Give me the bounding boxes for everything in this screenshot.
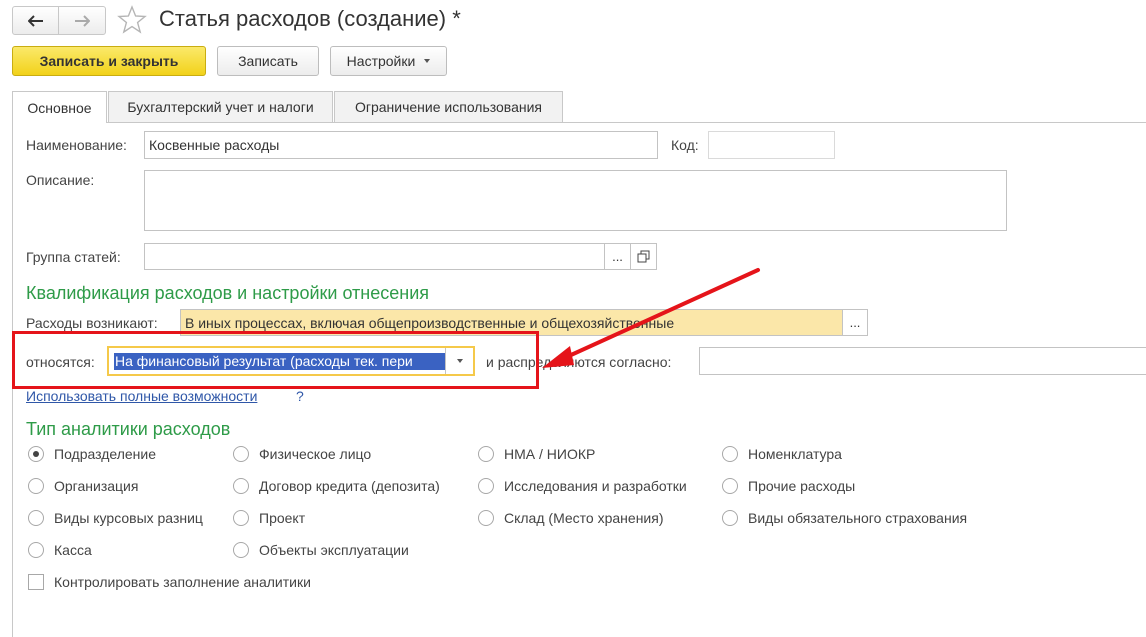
full-features-link[interactable]: Использовать полные возможности [26, 388, 257, 404]
tab-divider [12, 122, 1146, 123]
favorite-star-icon[interactable] [117, 5, 147, 35]
radio-button[interactable] [478, 478, 494, 494]
description-label: Описание: [26, 172, 95, 188]
radio-option-intangible-assets[interactable]: НМА / НИОКР [478, 444, 595, 464]
radio-option-project[interactable]: Проект [233, 508, 305, 528]
control-analytics-checkbox[interactable] [28, 574, 44, 590]
forward-button[interactable] [59, 7, 104, 34]
radio-option-cashbox[interactable]: Касса [28, 540, 92, 560]
navigation-buttons [12, 6, 106, 35]
control-analytics-checkbox-row[interactable]: Контролировать заполнение аналитики [28, 572, 311, 592]
radio-button[interactable] [28, 542, 44, 558]
group-label: Группа статей: [26, 249, 121, 265]
annotation-highlight-box [12, 331, 539, 389]
dropdown-caret-icon [424, 59, 431, 63]
radio-option-operation-objects[interactable]: Объекты эксплуатации [233, 540, 409, 560]
radio-button[interactable] [722, 446, 738, 462]
radio-option-loan-contract[interactable]: Договор кредита (депозита) [233, 476, 440, 496]
tab-main[interactable]: Основное [12, 91, 107, 123]
radio-button[interactable] [233, 478, 249, 494]
radio-button[interactable] [233, 446, 249, 462]
description-textarea[interactable] [144, 170, 1007, 231]
save-and-close-button[interactable]: Записать и закрыть [12, 46, 206, 76]
tab-usage-restrictions[interactable]: Ограничение использования [334, 91, 563, 122]
settings-button[interactable]: Настройки [330, 46, 447, 76]
arise-select-button[interactable]: ... [842, 309, 868, 336]
radio-button[interactable] [478, 446, 494, 462]
arise-label: Расходы возникают: [26, 315, 158, 331]
radio-option-insurance-types[interactable]: Виды обязательного страхования [722, 508, 967, 528]
radio-button[interactable] [233, 542, 249, 558]
back-arrow-icon [27, 14, 43, 27]
code-label: Код: [671, 137, 699, 153]
radio-button[interactable] [233, 510, 249, 526]
radio-option-other-expenses[interactable]: Прочие расходы [722, 476, 855, 496]
radio-button[interactable] [722, 478, 738, 494]
annotation-arrow [542, 268, 760, 368]
tab-accounting-taxes[interactable]: Бухгалтерский учет и налоги [108, 91, 333, 122]
radio-option-individual[interactable]: Физическое лицо [233, 444, 371, 464]
help-icon[interactable]: ? [296, 388, 304, 404]
radio-button[interactable] [28, 510, 44, 526]
section-analytics-heading: Тип аналитики расходов [26, 419, 231, 439]
settings-label: Настройки [346, 53, 416, 69]
radio-option-nomenclature[interactable]: Номенклатура [722, 444, 842, 464]
radio-option-research[interactable]: Исследования и разработки [478, 476, 687, 496]
radio-option-warehouse[interactable]: Склад (Место хранения) [478, 508, 664, 528]
name-label: Наименование: [26, 137, 127, 153]
window-title: Статья расходов (создание) * [159, 6, 461, 31]
section-qualification-heading: Квалификация расходов и настройки отнесе… [26, 283, 430, 303]
radio-button[interactable] [28, 446, 44, 462]
radio-button[interactable] [722, 510, 738, 526]
radio-button[interactable] [478, 510, 494, 526]
radio-option-subdivision[interactable]: Подразделение [28, 444, 156, 464]
forward-arrow-icon [74, 14, 90, 27]
radio-option-exchange-differences[interactable]: Виды курсовых разниц [28, 508, 203, 528]
save-button[interactable]: Записать [217, 46, 319, 76]
radio-button[interactable] [28, 478, 44, 494]
name-input[interactable]: Косвенные расходы [144, 131, 658, 159]
code-input[interactable] [708, 131, 835, 159]
radio-option-organization[interactable]: Организация [28, 476, 138, 496]
back-button[interactable] [13, 7, 59, 34]
